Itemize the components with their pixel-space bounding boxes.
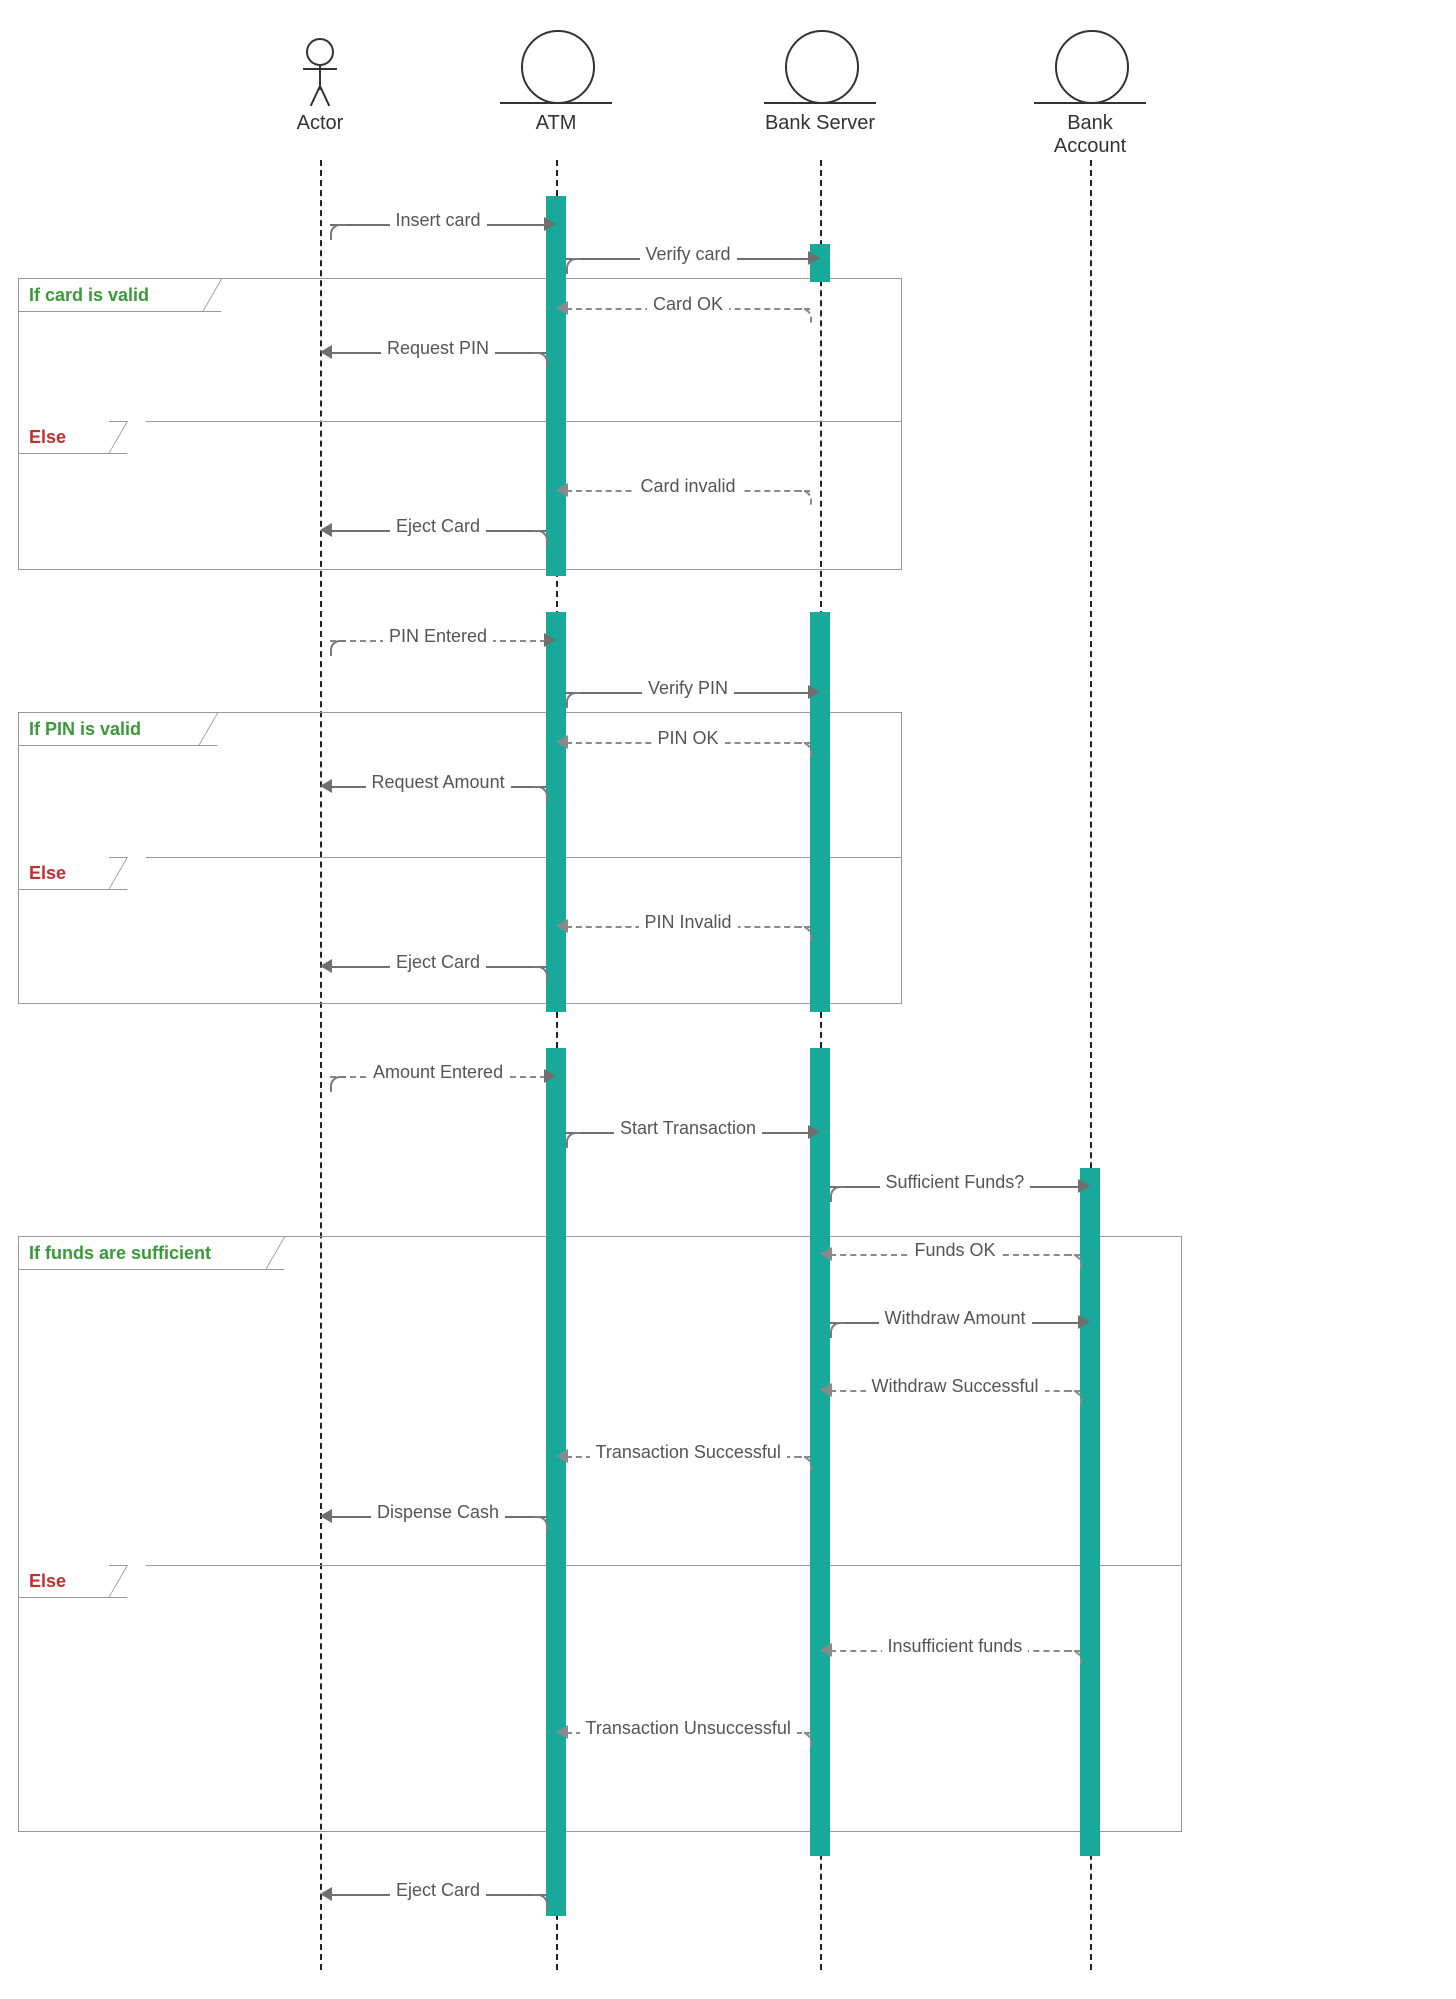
activation-bar	[546, 612, 566, 1012]
participant-icon	[521, 30, 595, 104]
participant-icon	[1055, 30, 1129, 104]
message-label: PIN OK	[652, 728, 725, 749]
message-shoulder	[330, 640, 346, 656]
message-shoulder	[830, 1322, 846, 1338]
message-label: Insert card	[390, 210, 487, 231]
sequence-diagram: Actor ATM Bank Server Bank Account If card i…	[0, 0, 1456, 1999]
arrowhead	[544, 1069, 556, 1083]
message-shoulder	[830, 1186, 846, 1202]
message-label: Verify PIN	[642, 678, 734, 699]
arrowhead	[1078, 1179, 1090, 1193]
message-shoulder	[566, 1132, 582, 1148]
activation-bar	[810, 1048, 830, 1852]
message-label: Dispense Cash	[371, 1502, 505, 1523]
message-label: Sufficient Funds?	[880, 1172, 1031, 1193]
arrowhead	[556, 1725, 568, 1739]
arrowhead	[1078, 1315, 1090, 1329]
message-label: PIN Entered	[383, 626, 493, 647]
message-shoulder	[566, 692, 582, 708]
message-label: Eject Card	[390, 1880, 486, 1901]
message-label: Eject Card	[390, 516, 486, 537]
fragment-guard-if: If funds are sufficient	[19, 1237, 266, 1270]
arrowhead	[808, 685, 820, 699]
arrowhead	[320, 1509, 332, 1523]
message-label: Transaction Successful	[590, 1442, 787, 1463]
arrowhead	[820, 1383, 832, 1397]
message-shoulder	[566, 258, 582, 274]
arrowhead	[808, 251, 820, 265]
fragment-guard-else: Else	[19, 1565, 109, 1598]
actor-icon	[300, 38, 340, 92]
message-label: Request Amount	[366, 772, 511, 793]
fragment-guard-else: Else	[19, 857, 109, 890]
message-label: Request PIN	[381, 338, 495, 359]
message-label: Verify card	[640, 244, 737, 265]
arrowhead	[556, 1449, 568, 1463]
participant-label-actor: Actor	[260, 112, 380, 135]
message-label: PIN Invalid	[639, 912, 738, 933]
arrowhead	[544, 633, 556, 647]
activation-bar	[810, 1838, 830, 1856]
participant-label: Bank Account	[1010, 112, 1170, 158]
fragment-guard-else: Else	[19, 421, 109, 454]
fragment-guard-if: If PIN is valid	[19, 713, 199, 746]
activation-bar	[546, 196, 566, 576]
arrowhead	[320, 1887, 332, 1901]
arrowhead	[320, 959, 332, 973]
message-label: Card invalid	[635, 476, 742, 497]
arrowhead	[820, 1247, 832, 1261]
arrowhead	[320, 523, 332, 537]
arrowhead	[320, 779, 332, 793]
message-shoulder	[330, 1076, 346, 1092]
message-label: Withdraw Successful	[866, 1376, 1045, 1397]
arrowhead	[556, 483, 568, 497]
message-label: Withdraw Amount	[879, 1308, 1032, 1329]
message-label: Funds OK	[909, 1240, 1002, 1261]
participant-label: Bank Server	[740, 112, 900, 135]
arrowhead	[556, 301, 568, 315]
fragment-guard-if: If card is valid	[19, 279, 203, 312]
participant-icon	[785, 30, 859, 104]
activation-bar	[810, 612, 830, 1012]
message-shoulder	[330, 224, 346, 240]
message-label: Amount Entered	[367, 1062, 509, 1083]
arrowhead	[820, 1643, 832, 1657]
message-label: Insufficient funds	[882, 1636, 1029, 1657]
message-label: Card OK	[647, 294, 729, 315]
arrowhead	[556, 919, 568, 933]
message-label: Start Transaction	[614, 1118, 762, 1139]
activation-bar	[546, 1048, 566, 1916]
arrowhead	[544, 217, 556, 231]
message-label: Eject Card	[390, 952, 486, 973]
arrowhead	[320, 345, 332, 359]
arrowhead	[808, 1125, 820, 1139]
activation-bar	[1080, 1168, 1100, 1852]
arrowhead	[556, 735, 568, 749]
message-label: Transaction Unsuccessful	[580, 1718, 797, 1739]
participant-label: ATM	[476, 112, 636, 135]
activation-bar	[1080, 1838, 1100, 1856]
